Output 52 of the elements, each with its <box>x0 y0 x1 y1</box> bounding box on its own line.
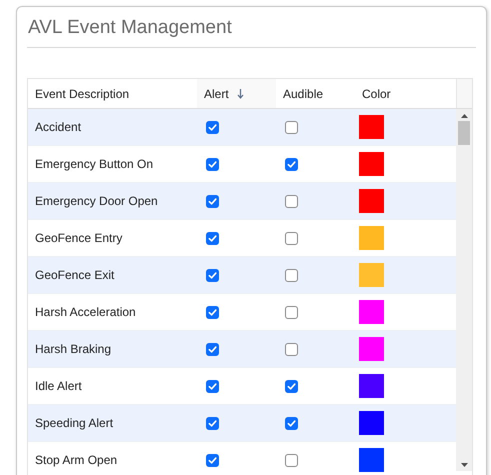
event-name: Harsh Braking <box>35 341 112 358</box>
audible-checkbox[interactable] <box>285 306 298 318</box>
alert-checkbox[interactable] <box>206 194 219 208</box>
event-name: Stop Arm Open <box>35 452 118 469</box>
color-swatch[interactable] <box>359 300 384 324</box>
table-row[interactable]: Speeding Alert <box>28 405 456 442</box>
event-name: GeoFence Exit <box>35 267 114 284</box>
alert-checkbox[interactable] <box>206 120 219 134</box>
sort-arrow-icon <box>236 88 244 98</box>
alert-checkbox[interactable] <box>206 380 219 392</box>
event-name: Emergency Button On <box>35 156 154 173</box>
alert-checkbox[interactable] <box>206 306 219 318</box>
audible-checkbox[interactable] <box>285 120 298 134</box>
audible-checkbox[interactable] <box>285 416 298 430</box>
color-swatch[interactable] <box>359 226 384 250</box>
color-swatch[interactable] <box>359 189 384 213</box>
color-swatch[interactable] <box>359 337 384 361</box>
event-name: Idle Alert <box>35 378 82 395</box>
event-name: Emergency Door Open <box>35 193 158 210</box>
alert-checkbox[interactable] <box>206 416 219 430</box>
color-swatch[interactable] <box>359 263 384 287</box>
alert-checkbox[interactable] <box>206 158 219 170</box>
table-row[interactable]: Accident <box>28 109 456 146</box>
table-row[interactable]: Emergency Door Open <box>28 183 456 220</box>
scrollbar-thumb[interactable] <box>458 121 470 145</box>
event-name: Accident <box>35 119 82 136</box>
color-swatch[interactable] <box>359 374 384 398</box>
alert-checkbox[interactable] <box>206 454 219 466</box>
scroll-down-icon[interactable] <box>460 463 468 467</box>
audible-checkbox[interactable] <box>285 380 298 392</box>
audible-checkbox[interactable] <box>285 454 298 466</box>
page-title: AVL Event Management <box>27 16 233 40</box>
table-row[interactable]: Harsh Braking <box>28 331 456 368</box>
column-header[interactable]: Alert <box>197 79 276 108</box>
audible-checkbox[interactable] <box>285 232 298 244</box>
alert-checkbox[interactable] <box>206 268 219 282</box>
scroll-up-icon[interactable] <box>460 114 468 118</box>
audible-checkbox[interactable] <box>285 194 298 208</box>
table-row[interactable]: GeoFence Exit <box>28 257 456 294</box>
audible-checkbox[interactable] <box>285 268 298 282</box>
scrollbar[interactable] <box>456 109 472 471</box>
event-name: GeoFence Entry <box>35 230 122 247</box>
alert-checkbox[interactable] <box>206 232 219 244</box>
color-swatch[interactable] <box>359 152 384 176</box>
alert-checkbox[interactable] <box>206 342 219 356</box>
color-swatch[interactable] <box>359 115 384 139</box>
audible-checkbox[interactable] <box>285 158 298 170</box>
event-name: Speeding Alert <box>35 415 114 432</box>
event-name: Harsh Acceleration <box>35 304 136 321</box>
color-swatch[interactable] <box>359 411 384 435</box>
color-swatch[interactable] <box>359 448 384 472</box>
audible-checkbox[interactable] <box>285 342 298 356</box>
